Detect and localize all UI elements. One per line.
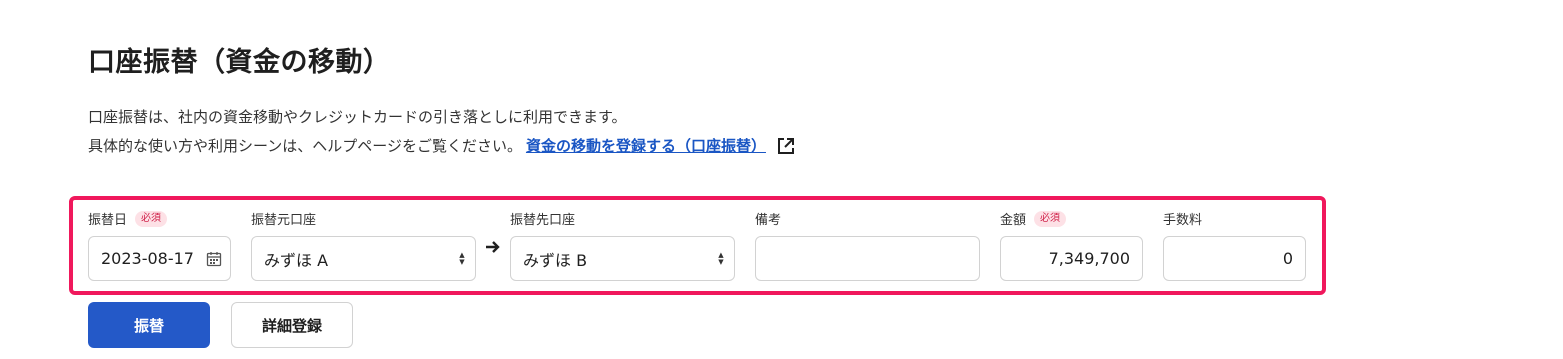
select-arrows-icon: ▲ ▼ — [718, 250, 724, 266]
fee-label: 手数料 — [1163, 209, 1202, 228]
description-line-1: 口座振替は、社内の資金移動やクレジットカードの引き落としに利用できます。 — [88, 108, 627, 126]
arrow-right-icon — [486, 241, 500, 253]
date-label: 振替日 必須 — [88, 209, 168, 228]
memo-input[interactable] — [755, 236, 980, 281]
amount-label-text: 金額 — [1000, 213, 1027, 228]
amount-label: 金額 必須 — [1000, 209, 1067, 228]
date-value: 2023-08-17 — [101, 249, 194, 268]
amount-input[interactable]: 7,349,700 — [1000, 236, 1143, 281]
calendar-icon[interactable] — [206, 251, 222, 267]
from-account-select[interactable]: みずほ A ▲ ▼ — [251, 236, 476, 281]
fee-label-text: 手数料 — [1163, 213, 1203, 228]
to-account-select[interactable]: みずほ B ▲ ▼ — [510, 236, 735, 281]
from-account-label-text: 振替元口座 — [251, 213, 317, 228]
select-arrows-icon: ▲ ▼ — [459, 250, 465, 266]
description-line-2: 具体的な使い方や利用シーンは、ヘルプページをご覧ください。 資金の移動を登録する… — [88, 135, 796, 156]
from-account-value: みずほ A — [264, 250, 329, 270]
amount-value: 7,349,700 — [1048, 249, 1130, 268]
fee-input[interactable]: 0 — [1163, 236, 1306, 281]
fee-value: 0 — [1282, 249, 1293, 268]
transfer-button[interactable]: 振替 — [88, 302, 210, 348]
to-account-value: みずほ B — [523, 250, 588, 270]
memo-label-text: 備考 — [755, 213, 782, 228]
date-label-text: 振替日 — [88, 213, 128, 228]
detail-register-button[interactable]: 詳細登録 — [231, 302, 353, 348]
to-account-label: 振替先口座 — [510, 209, 575, 228]
memo-label: 備考 — [755, 209, 781, 228]
from-account-label: 振替元口座 — [251, 209, 316, 228]
help-link[interactable]: 資金の移動を登録する（口座振替） — [526, 135, 766, 156]
external-link-icon[interactable] — [776, 136, 796, 156]
required-badge: 必須 — [1034, 210, 1067, 227]
required-badge: 必須 — [135, 210, 168, 227]
description-text: 具体的な使い方や利用シーンは、ヘルプページをご覧ください。 — [88, 137, 522, 155]
date-input[interactable]: 2023-08-17 — [88, 236, 231, 281]
page-title: 口座振替（資金の移動） — [88, 47, 391, 78]
to-account-label-text: 振替先口座 — [510, 213, 576, 228]
